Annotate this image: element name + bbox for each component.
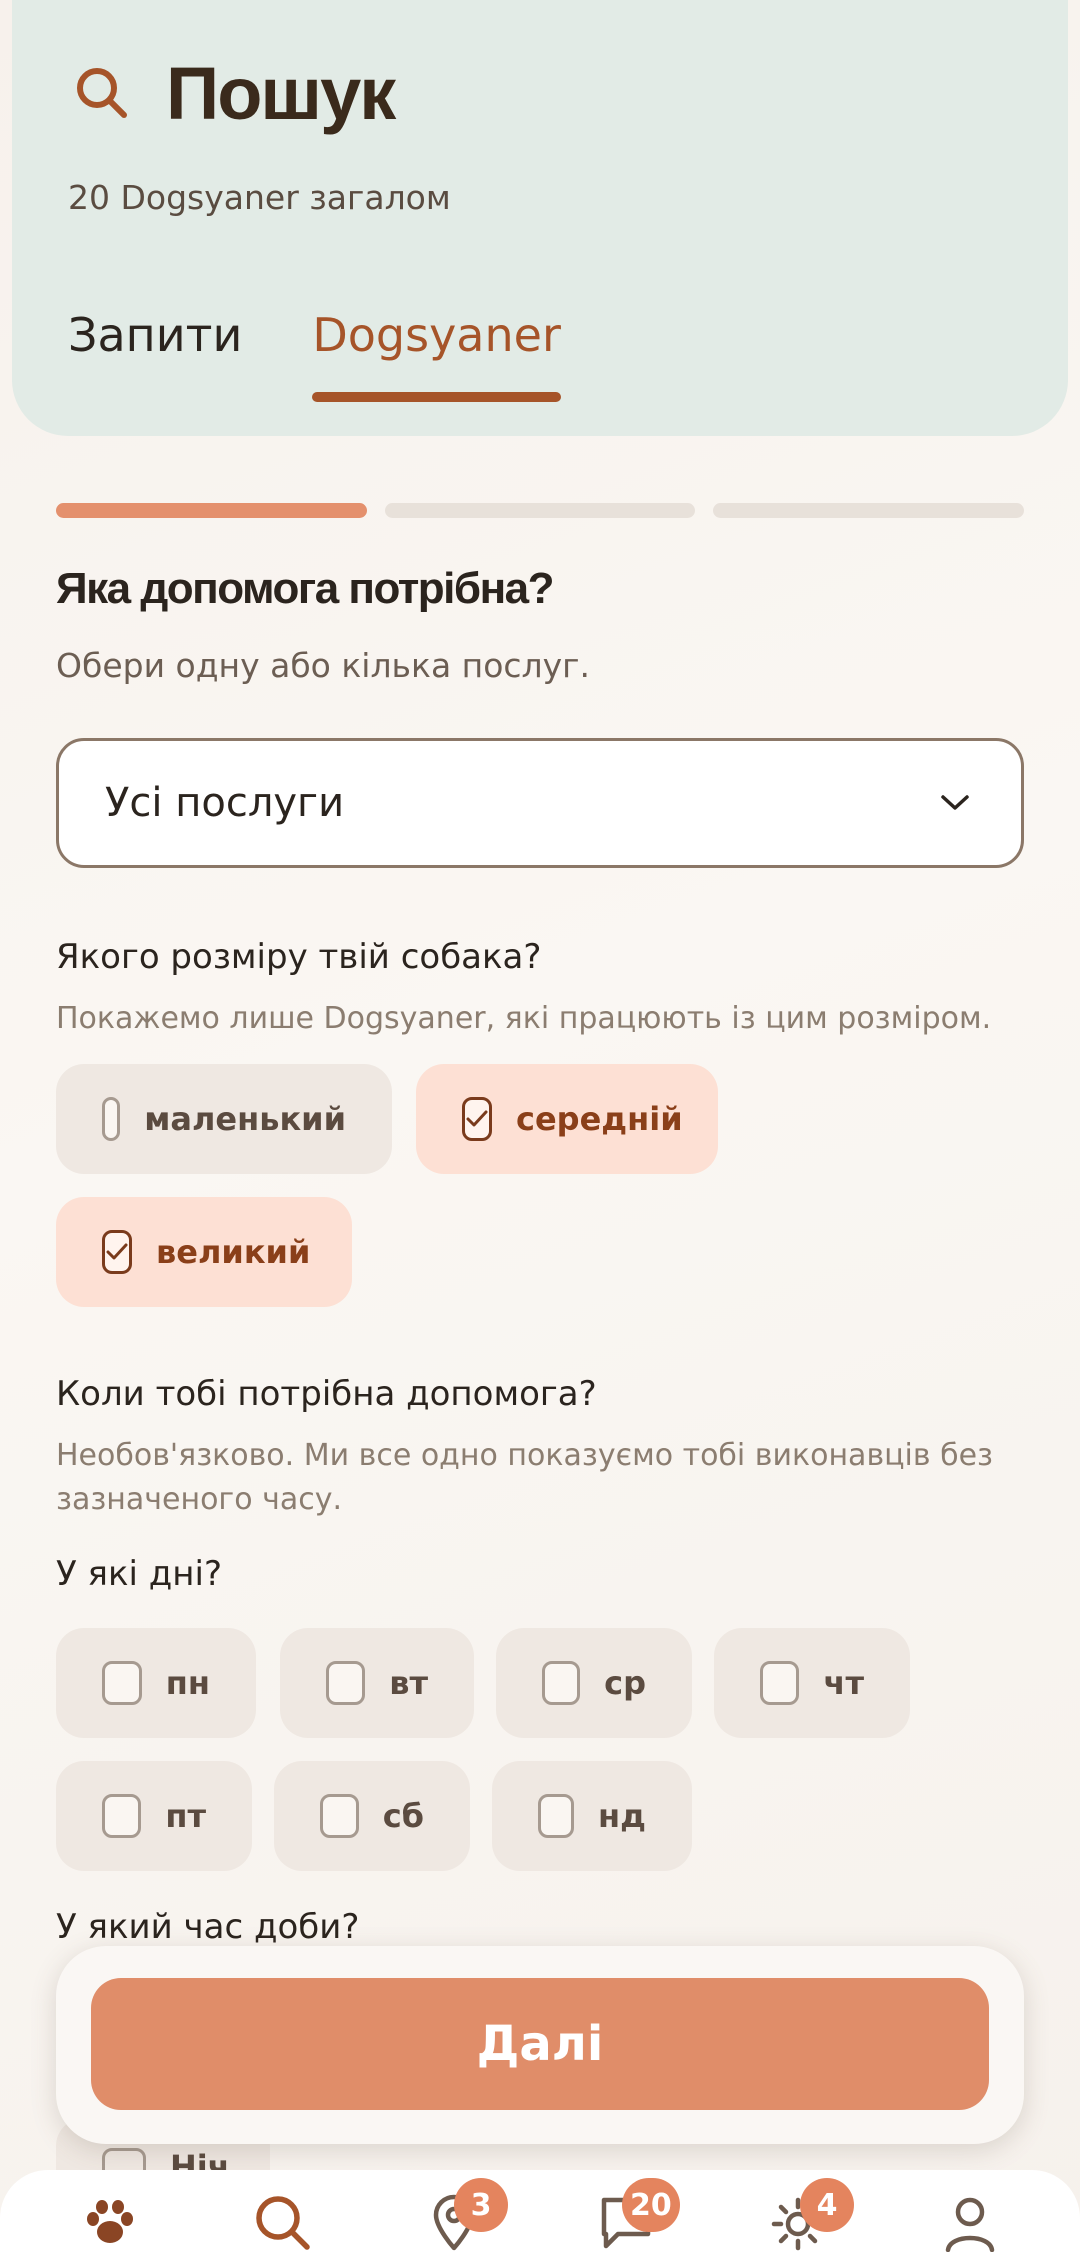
services-question: Яка допомога потрібна? bbox=[56, 564, 555, 613]
chip-label: пт bbox=[165, 1797, 206, 1835]
when-hint: Необов'язково. Ми все одно показуємо тоб… bbox=[56, 1438, 994, 1517]
size-chip-small[interactable]: маленький bbox=[56, 1064, 392, 1174]
page-title: Пошук bbox=[166, 51, 396, 135]
chip-label: нд bbox=[598, 1797, 646, 1835]
activity-badge: 4 bbox=[800, 2178, 854, 2232]
day-chip-thu[interactable]: чт bbox=[714, 1628, 910, 1738]
size-chip-medium[interactable]: середній bbox=[416, 1064, 718, 1174]
chip-label: середній bbox=[516, 1100, 683, 1138]
chevron-down-icon bbox=[941, 795, 969, 810]
total-count-subtitle: 20 Dogsyaner загалом bbox=[68, 178, 451, 217]
day-chip-fri[interactable]: пт bbox=[56, 1761, 252, 1871]
day-chip-sat[interactable]: сб bbox=[274, 1761, 470, 1871]
day-chip-wed[interactable]: ср bbox=[496, 1628, 692, 1738]
size-hint: Покажемо лише Dogsyaner, які працюють із… bbox=[56, 1001, 992, 1036]
search-icon[interactable] bbox=[252, 2192, 312, 2252]
checkbox[interactable] bbox=[320, 1794, 359, 1838]
checkbox[interactable] bbox=[760, 1661, 800, 1705]
check-icon bbox=[466, 1110, 488, 1127]
day-chip-sun[interactable]: нд bbox=[492, 1761, 692, 1871]
services-select[interactable]: Усі послуги bbox=[56, 738, 1024, 868]
checkbox-checked[interactable] bbox=[102, 1230, 132, 1274]
progress-step-3 bbox=[713, 503, 1025, 518]
chip-label: вт bbox=[389, 1664, 428, 1702]
checkbox[interactable] bbox=[538, 1794, 575, 1838]
checkbox[interactable] bbox=[102, 1097, 121, 1141]
day-chip-mon[interactable]: пн bbox=[56, 1628, 256, 1738]
tab-bar: Запити Dogsyaner bbox=[68, 308, 631, 402]
next-button-container: Далі bbox=[56, 1946, 1024, 2144]
chip-label: сб bbox=[382, 1797, 424, 1835]
chip-label: маленький bbox=[144, 1100, 346, 1138]
progress-step-2 bbox=[384, 503, 696, 518]
day-chip-tue[interactable]: вт bbox=[280, 1628, 474, 1738]
step-progress bbox=[56, 503, 1025, 518]
search-header: Пошук 20 Dogsyaner загалом Запити Dogsya… bbox=[12, 0, 1068, 436]
chip-label: великий bbox=[156, 1233, 311, 1271]
checkbox[interactable] bbox=[326, 1661, 366, 1705]
days-label: У які дні? bbox=[56, 1554, 222, 1594]
services-hint: Обери одну або кілька послуг. bbox=[56, 646, 591, 685]
profile-icon[interactable] bbox=[940, 2192, 1000, 2252]
next-button[interactable]: Далі bbox=[91, 1978, 989, 2110]
progress-step-1 bbox=[56, 503, 367, 518]
tab-dogsyaner[interactable]: Dogsyaner bbox=[312, 308, 561, 402]
title-row: Пошук bbox=[72, 48, 396, 138]
chip-label: чт bbox=[823, 1664, 864, 1702]
bottom-nav bbox=[0, 2170, 1080, 2268]
when-question: Коли тобі потрібна допомога? bbox=[56, 1374, 597, 1414]
paw-icon[interactable] bbox=[80, 2192, 140, 2252]
chip-label: ср bbox=[604, 1664, 646, 1702]
time-label: У який час доби? bbox=[56, 1907, 360, 1947]
checkbox[interactable] bbox=[102, 1661, 142, 1705]
size-question: Якого розміру твій собака? bbox=[56, 937, 542, 977]
checkbox[interactable] bbox=[102, 1794, 142, 1838]
chip-label: пн bbox=[165, 1664, 210, 1702]
checkbox[interactable] bbox=[542, 1661, 581, 1705]
map-badge: 3 bbox=[454, 2178, 508, 2232]
checkbox-checked[interactable] bbox=[462, 1097, 492, 1141]
search-icon bbox=[77, 68, 127, 118]
services-select-value: Усі послуги bbox=[105, 780, 345, 826]
size-chip-large[interactable]: великий bbox=[56, 1197, 352, 1307]
check-icon bbox=[106, 1243, 128, 1260]
tab-requests[interactable]: Запити bbox=[68, 308, 242, 402]
chat-badge: 20 bbox=[622, 2178, 680, 2232]
